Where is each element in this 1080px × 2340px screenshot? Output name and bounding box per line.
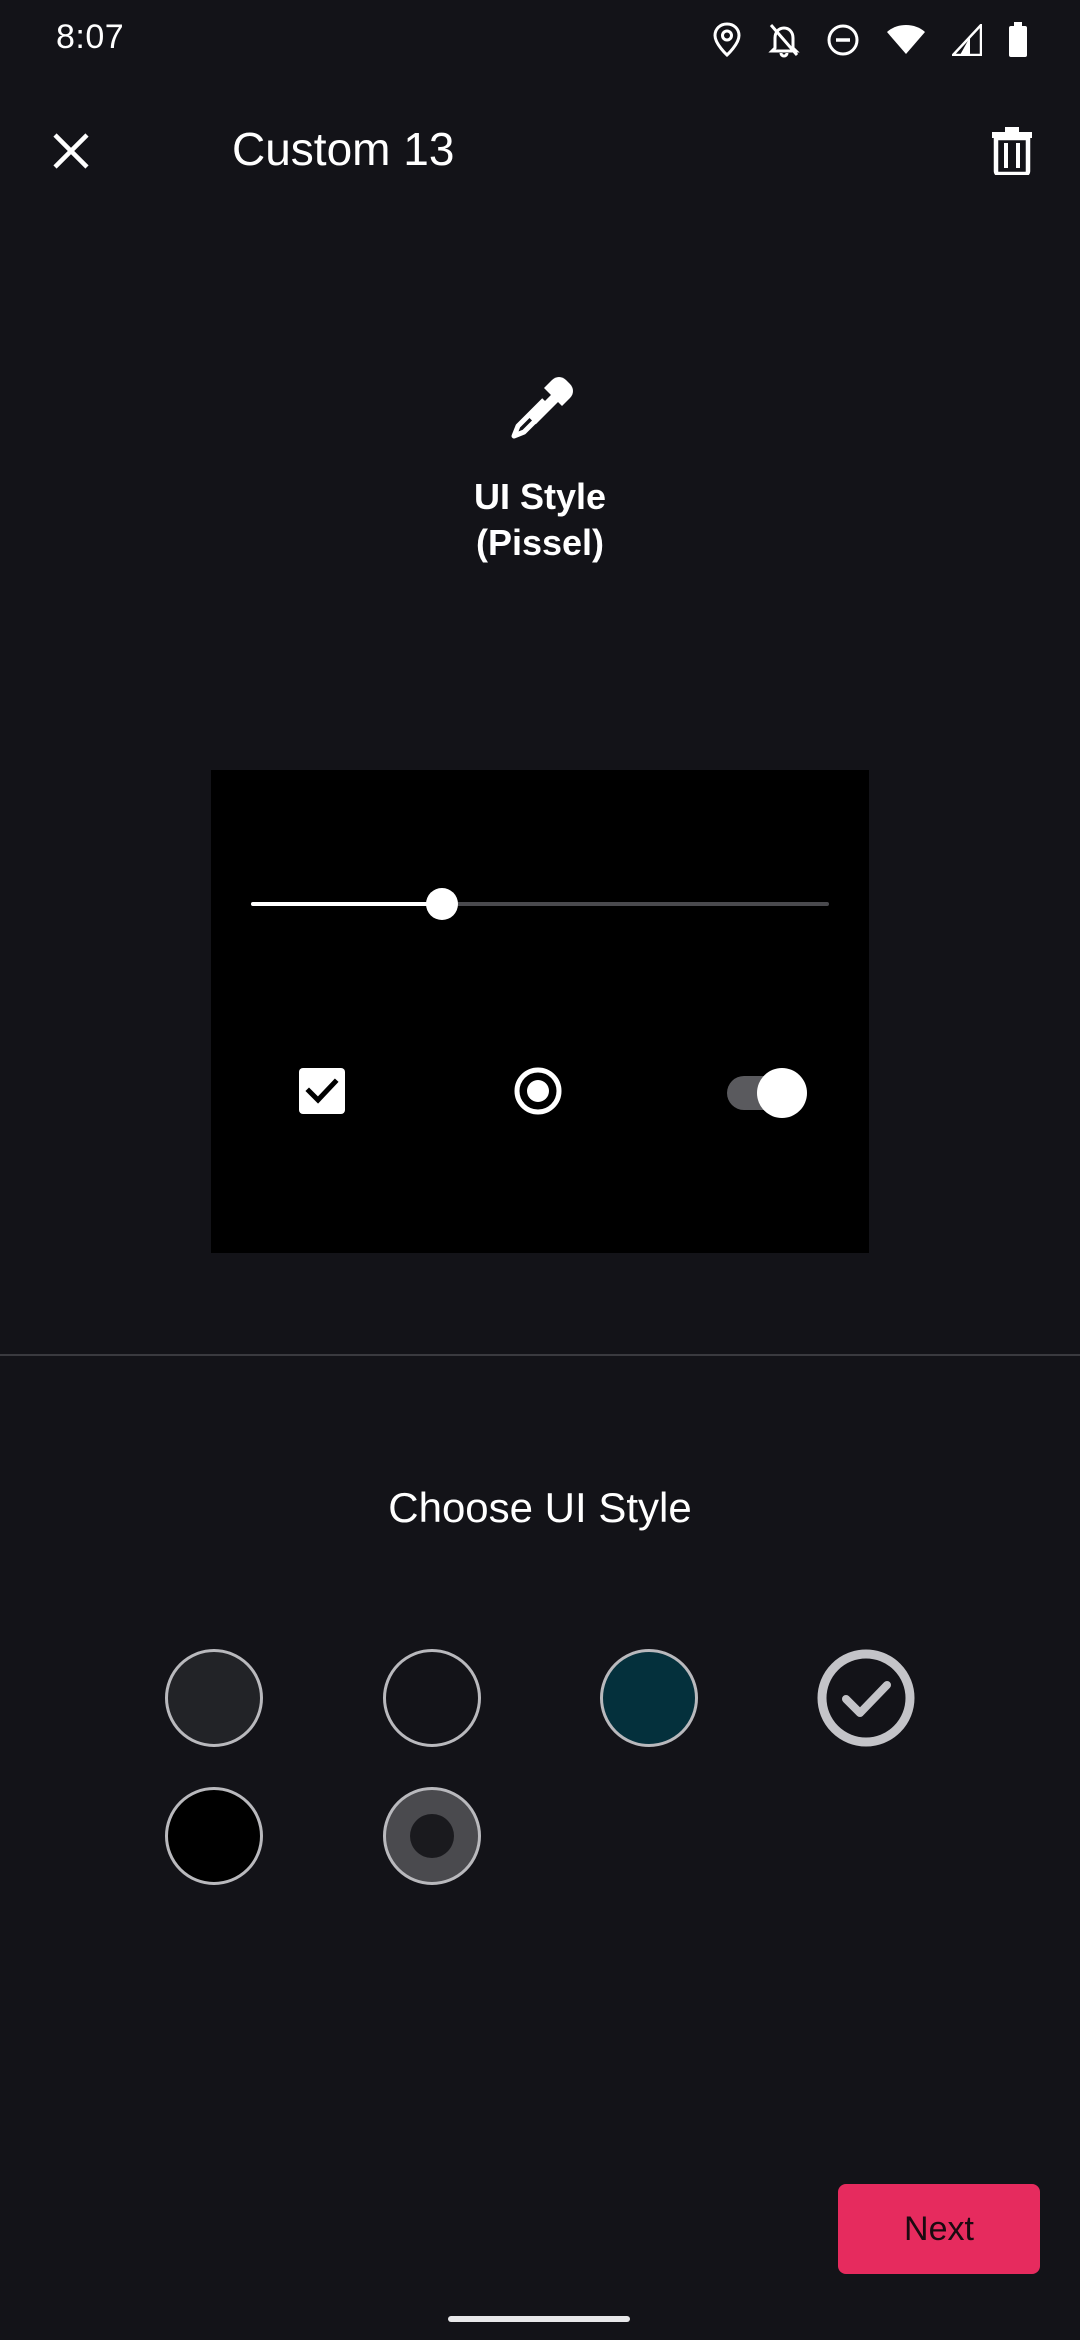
style-swatch-1[interactable]	[165, 1649, 263, 1747]
slider-fill	[251, 902, 442, 906]
page-title: Custom 13	[232, 123, 455, 175]
style-swatch-2[interactable]	[383, 1649, 481, 1747]
slider-thumb[interactable]	[426, 888, 458, 920]
choose-style-title: Choose UI Style	[388, 1484, 692, 1531]
status-icons	[712, 18, 1028, 62]
app-bar: Custom 13	[0, 96, 1080, 206]
status-bar: 8:07	[0, 0, 1080, 80]
delete-button[interactable]	[972, 116, 1052, 186]
swatch-inner-dot	[410, 1814, 454, 1858]
style-preview	[211, 770, 869, 1253]
style-swatch-6[interactable]	[383, 1787, 481, 1885]
preview-checkbox[interactable]	[299, 1068, 345, 1114]
battery-icon	[1009, 22, 1027, 57]
style-swatch-4-selected[interactable]	[817, 1649, 915, 1747]
close-icon	[53, 133, 89, 169]
preview-slider[interactable]	[251, 888, 829, 920]
style-header: UI Style (Pissel)	[0, 370, 1080, 566]
style-swatch-3[interactable]	[600, 1649, 698, 1747]
style-name: UI Style (Pissel)	[473, 476, 607, 563]
close-button[interactable]	[36, 116, 106, 186]
preview-toggle[interactable]	[727, 1068, 819, 1118]
status-time: 8:07	[56, 18, 125, 56]
checkmark-icon	[305, 1078, 339, 1104]
notifications-off-icon	[768, 24, 800, 58]
eyedropper-icon	[511, 377, 573, 439]
trash-icon	[992, 127, 1032, 175]
next-button[interactable]: Next	[838, 2184, 1040, 2274]
location-icon	[713, 22, 741, 58]
divider	[0, 1354, 1080, 1356]
toggle-thumb	[757, 1068, 807, 1118]
preview-radio[interactable]	[513, 1066, 563, 1116]
wifi-icon	[887, 25, 925, 54]
signal-icon	[952, 24, 982, 56]
style-swatch-5[interactable]	[165, 1787, 263, 1885]
do-not-disturb-icon	[827, 24, 859, 56]
check-circle-icon	[817, 1649, 915, 1747]
home-indicator[interactable]	[448, 2316, 630, 2322]
